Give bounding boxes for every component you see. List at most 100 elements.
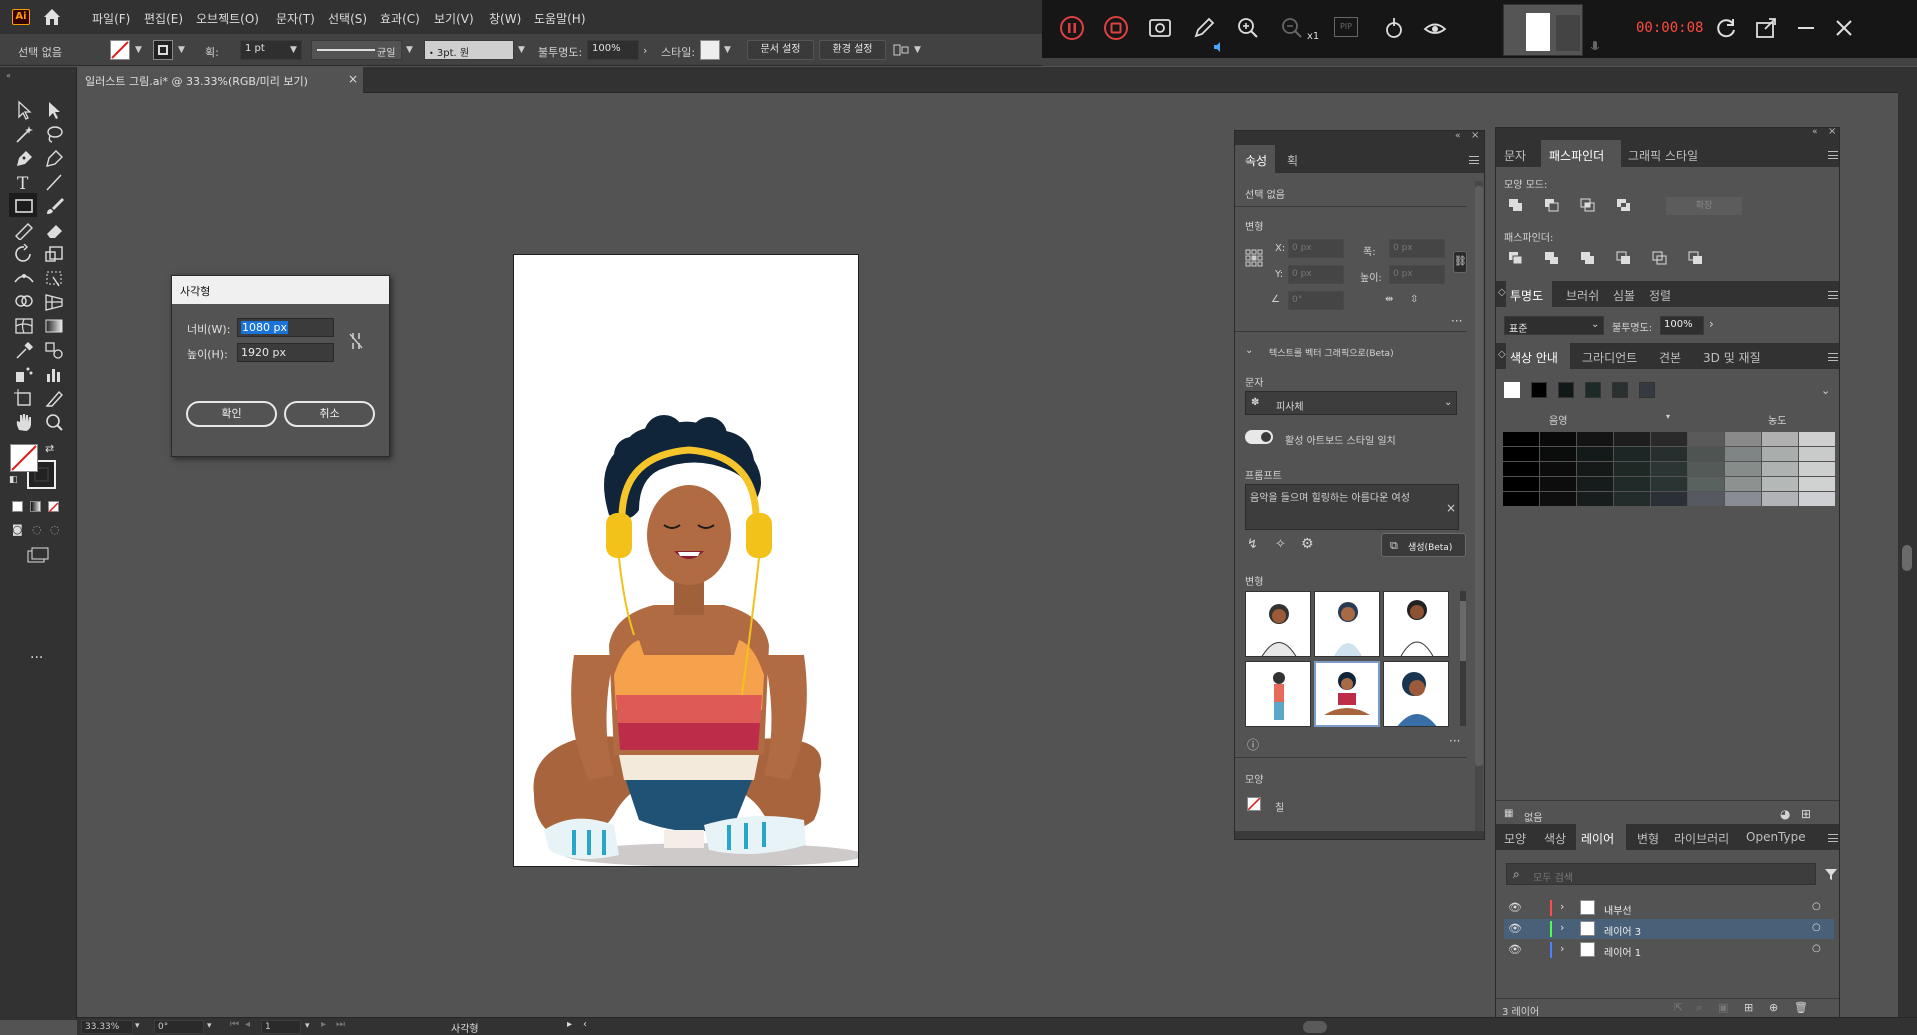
active-color-swatch[interactable]	[1504, 382, 1520, 398]
menu-file[interactable]: 파일(F)	[92, 10, 130, 27]
illustration-woman-headphones[interactable]	[514, 255, 859, 867]
unite-icon[interactable]	[1508, 198, 1524, 212]
prompt-textarea[interactable]: 음악을 들으며 힐링하는 아름다운 여성 ×	[1245, 484, 1459, 530]
rectangle-tool-icon[interactable]	[13, 196, 35, 216]
color-guide-swatch[interactable]	[1540, 447, 1576, 461]
chevron-right-icon[interactable]: ›	[1560, 921, 1564, 934]
color-guide-swatch[interactable]	[1799, 432, 1835, 446]
chevron-down-icon[interactable]: ▼	[135, 45, 142, 55]
layer-name[interactable]: 내부선	[1604, 902, 1632, 917]
document-setup-button[interactable]: 문서 설정	[747, 40, 814, 60]
document-tab[interactable]: 일러스트 그림.ai* @ 33.33%(RGB/미리 보기)	[77, 67, 363, 93]
brush-definition-dropdown[interactable]: • 3pt. 원	[424, 40, 514, 60]
panel-menu-icon[interactable]	[1828, 291, 1838, 299]
color-guide-swatch[interactable]	[1503, 492, 1539, 506]
harmony-swatch[interactable]	[1612, 382, 1628, 398]
harmony-swatch[interactable]	[1558, 382, 1574, 398]
collapse-icon[interactable]: «	[1812, 127, 1818, 137]
fill-none-swatch[interactable]	[1247, 797, 1261, 811]
workspace-scrollbar[interactable]	[1898, 67, 1917, 1017]
artboard-tool-icon[interactable]	[13, 388, 35, 408]
chevron-down-icon[interactable]: ⌄	[1245, 345, 1253, 356]
trash-icon[interactable]: 🗑	[1794, 1001, 1808, 1014]
rotate-tool-icon[interactable]	[13, 244, 35, 264]
more-options-icon[interactable]: ···	[1449, 734, 1460, 748]
stroke-profile-dropdown[interactable]: 균일	[311, 40, 402, 60]
shaper-tool-icon[interactable]	[13, 220, 35, 240]
h-input[interactable]: 0 px	[1389, 265, 1445, 284]
tab-transparency[interactable]: 투명도	[1506, 281, 1552, 307]
chevron-down-icon[interactable]: ▼	[290, 45, 297, 55]
harmony-swatch[interactable]	[1531, 382, 1547, 398]
tab-opentype[interactable]: OpenType	[1746, 830, 1806, 844]
color-guide-swatch[interactable]	[1799, 462, 1835, 476]
color-guide-swatch[interactable]	[1540, 477, 1576, 491]
new-sublayer-icon[interactable]: ⊞	[1744, 1001, 1753, 1014]
free-transform-tool-icon[interactable]	[43, 268, 65, 288]
curvature-tool-icon[interactable]	[43, 148, 65, 168]
opacity-input[interactable]: 100%	[587, 40, 639, 60]
target-circle-icon[interactable]: ○	[1812, 901, 1821, 912]
tab-stroke[interactable]: 획	[1287, 152, 1298, 169]
close-icon[interactable]: ×	[1471, 130, 1479, 141]
constrain-proportions-icon[interactable]	[348, 331, 364, 351]
scroll-left-icon[interactable]: ‹	[583, 1019, 587, 1030]
panel-menu-icon[interactable]	[1828, 834, 1838, 842]
w-input[interactable]: 0 px	[1389, 239, 1445, 258]
fill-swatch[interactable]	[10, 444, 38, 472]
toolbar-grip[interactable]: «	[0, 71, 77, 79]
color-guide-swatch[interactable]	[1725, 477, 1761, 491]
zoom-level-input[interactable]: 33.33%	[81, 1020, 133, 1034]
color-guide-swatch[interactable]	[1577, 462, 1613, 476]
color-guide-swatch[interactable]	[1503, 462, 1539, 476]
generate-button[interactable]: ⧉ 생성(Beta)	[1381, 533, 1466, 557]
draw-behind-icon[interactable]: ◌	[32, 523, 42, 536]
variation-thumbnail[interactable]	[1314, 591, 1380, 657]
color-guide-swatch[interactable]	[1688, 432, 1724, 446]
color-guide-swatch[interactable]	[1688, 447, 1724, 461]
chevron-down-icon[interactable]: ▾	[135, 1021, 140, 1031]
trim-icon[interactable]	[1544, 251, 1560, 265]
blend-tool-icon[interactable]	[43, 340, 65, 360]
type-tool-icon[interactable]: T	[13, 172, 35, 192]
width-input[interactable]: 1080 px	[237, 318, 334, 337]
opacity-input[interactable]: 100%	[1660, 316, 1704, 335]
zoom-in-icon[interactable]	[1235, 15, 1261, 41]
close-icon[interactable]: ×	[348, 72, 358, 86]
more-tools-icon[interactable]: ···	[30, 650, 43, 666]
paintbrush-tool-icon[interactable]	[43, 196, 65, 216]
artboard[interactable]	[513, 254, 859, 867]
color-guide-swatch[interactable]	[1762, 477, 1798, 491]
x-input[interactable]: 0 px	[1288, 239, 1344, 258]
layers-search-input[interactable]: ⌕ 모두 검색	[1506, 863, 1816, 885]
next-artboard-icon[interactable]: ▸	[321, 1019, 326, 1030]
color-guide-swatch[interactable]	[1614, 477, 1650, 491]
chevron-right-icon[interactable]: ›	[1560, 942, 1564, 955]
color-guide-swatch[interactable]	[1540, 492, 1576, 506]
variations-scrollbar[interactable]	[1460, 591, 1466, 726]
visibility-eye-icon[interactable]: 👁	[1508, 922, 1522, 935]
tab-layers[interactable]: 레이어	[1576, 824, 1626, 850]
minus-back-icon[interactable]	[1688, 251, 1704, 265]
clip-mask-icon[interactable]: ▣	[1718, 1001, 1728, 1014]
collapse-icon[interactable]: «	[1455, 131, 1461, 141]
crop-icon[interactable]	[1616, 251, 1632, 265]
gradient-tool-icon[interactable]	[43, 316, 65, 336]
color-guide-swatch[interactable]	[1651, 447, 1687, 461]
export-icon[interactable]	[1753, 15, 1779, 41]
variation-thumbnail-selected[interactable]	[1314, 661, 1380, 727]
chevron-down-icon[interactable]: ▾	[305, 1021, 310, 1031]
color-guide-swatch[interactable]	[1651, 462, 1687, 476]
chevron-right-icon[interactable]: ›	[1709, 317, 1714, 331]
color-guide-swatch[interactable]	[1503, 447, 1539, 461]
color-guide-swatch[interactable]	[1688, 462, 1724, 476]
stop-icon[interactable]	[1103, 15, 1129, 41]
info-icon[interactable]: ⓘ	[1247, 736, 1259, 753]
fill-none-swatch[interactable]	[110, 40, 130, 60]
menu-select[interactable]: 선택(S)	[328, 10, 367, 27]
color-guide-swatch[interactable]	[1614, 447, 1650, 461]
menu-object[interactable]: 오브젝트(O)	[196, 10, 259, 27]
magic-wand-tool-icon[interactable]	[13, 124, 35, 144]
visibility-eye-icon[interactable]: 👁	[1508, 901, 1522, 914]
exclude-icon[interactable]	[1616, 198, 1632, 212]
